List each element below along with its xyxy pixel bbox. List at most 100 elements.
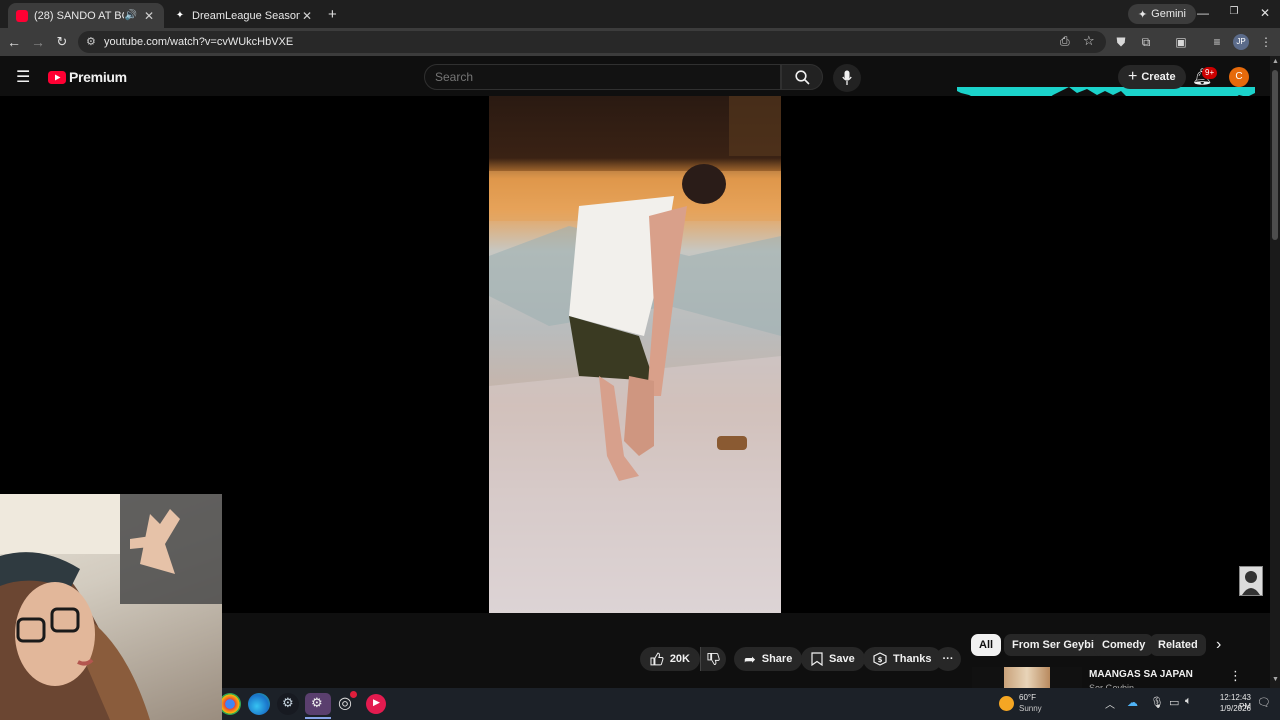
youtube-favicon-icon	[16, 9, 28, 22]
chip-related[interactable]: Related	[1150, 634, 1206, 656]
tab-youtube[interactable]: (28) SANDO AT BOXERS - Y 🔊 ✕	[8, 3, 164, 28]
active-indicator	[305, 717, 331, 719]
like-count: 20K	[669, 653, 690, 665]
search-button[interactable]	[781, 64, 823, 90]
install-app-icon[interactable]: ⎙	[1060, 34, 1070, 49]
active-app-taskbar-icon[interactable]: ⚙	[305, 693, 331, 715]
volume-icon[interactable]: 🔈︎	[1185, 695, 1192, 708]
close-window-button[interactable]: ✕	[1255, 6, 1275, 20]
watermark-portrait-icon	[1242, 571, 1260, 595]
video-scene	[489, 96, 781, 613]
steam-taskbar-icon[interactable]: ⚙	[277, 693, 299, 715]
scroll-down-icon[interactable]: ▼	[1272, 676, 1279, 683]
super-thanks-icon: $	[873, 652, 887, 666]
tab-close-icon[interactable]: ✕	[300, 9, 314, 23]
sparkle-icon: ✦	[1137, 8, 1148, 21]
recommendation-title[interactable]: MAANGAS SA JAPAN	[1089, 669, 1193, 680]
reading-list-icon[interactable]: ≡	[1209, 34, 1225, 50]
search-icon	[795, 70, 810, 85]
create-label: Create	[1141, 71, 1176, 83]
search-box[interactable]	[424, 64, 781, 90]
forward-arrow-icon[interactable]: →	[30, 34, 46, 50]
webcam-overlay	[0, 494, 222, 720]
video-frame[interactable]	[489, 96, 781, 613]
recommendation-thumbnail[interactable]	[972, 667, 1082, 689]
tab-title: DreamLeague Season 28: South	[192, 9, 300, 22]
clock-date[interactable]: 1/9/2026	[1207, 704, 1251, 713]
recording-dot	[350, 691, 357, 698]
hamburger-menu-icon[interactable]: ☰	[16, 67, 30, 87]
voice-search-button[interactable]	[833, 64, 861, 92]
notification-badge: 9+	[1202, 67, 1218, 79]
gemini-label: Gemini	[1151, 8, 1186, 20]
youtube-header: ☰ Premium + Create 🔔︎ 9+ C	[0, 56, 1270, 121]
tab-title: (28) SANDO AT BOXERS - Y	[34, 9, 124, 22]
recommendation-menu-icon[interactable]: ⋮	[1229, 668, 1242, 684]
notification-center-icon[interactable]: 🗨︎	[1257, 696, 1271, 709]
sun-weather-icon[interactable]	[999, 696, 1014, 711]
reload-icon[interactable]: ↻	[54, 34, 70, 50]
weather-temp[interactable]: 60°F	[1019, 693, 1036, 702]
url-text: youtube.com/watch?v=cvWUkcHbVXE	[104, 36, 294, 48]
gemini-button[interactable]: ✦ Gemini	[1127, 4, 1196, 24]
plus-icon: +	[1128, 68, 1138, 85]
bookmark-star-icon[interactable]: ☆	[1083, 33, 1095, 49]
microphone-tray-icon[interactable]: 🎙︎	[1150, 696, 1164, 709]
liquipedia-favicon-icon: ✦	[175, 9, 185, 21]
svg-text:$: $	[878, 656, 883, 664]
tab-dreamleague[interactable]: ✦ DreamLeague Season 28: South ✕	[166, 3, 322, 28]
site-info-icon[interactable]: ⚙	[86, 35, 96, 48]
back-arrow-icon[interactable]: ←	[6, 34, 22, 50]
weather-desc[interactable]: Sunny	[1019, 704, 1042, 713]
bookmark-icon	[811, 652, 823, 666]
browser-tab-strip: (28) SANDO AT BOXERS - Y 🔊 ✕ ✦ DreamLeag…	[0, 0, 1280, 28]
edge-taskbar-icon[interactable]	[248, 693, 270, 715]
dislike-button[interactable]	[700, 647, 726, 671]
scroll-up-icon[interactable]: ▲	[1272, 58, 1279, 65]
restore-button[interactable]: ❐	[1224, 6, 1244, 17]
webcam-feed	[0, 494, 222, 720]
scrollbar-thumb[interactable]	[1272, 70, 1278, 240]
chrome-taskbar-icon[interactable]	[219, 693, 241, 715]
thumbnail-image	[1004, 667, 1050, 689]
save-label: Save	[829, 653, 855, 665]
share-label: Share	[761, 653, 793, 665]
page-scrollbar[interactable]: ▲ ▼	[1270, 56, 1280, 688]
more-actions-button[interactable]: ···	[935, 647, 961, 671]
tab-audio-icon[interactable]: 🔊	[124, 10, 138, 21]
tray-chevron-up-icon[interactable]: ︿	[1105, 696, 1115, 711]
split-view-icon[interactable]: ▣	[1173, 34, 1189, 50]
extensions-puzzle-icon[interactable]: ⧉	[1138, 34, 1154, 50]
like-button[interactable]: 20K	[640, 647, 700, 671]
chip-from-channel[interactable]: From Ser Geybin	[1004, 634, 1109, 656]
new-tab-button[interactable]: +	[328, 6, 337, 23]
profile-avatar[interactable]: JP	[1233, 34, 1249, 50]
logo-text: Premium	[69, 69, 127, 85]
account-avatar[interactable]: C	[1229, 67, 1249, 87]
obs-taskbar-icon[interactable]: ◎	[336, 691, 358, 715]
share-button[interactable]: ➦ Share	[734, 647, 803, 671]
thumbs-down-icon	[707, 652, 720, 666]
browser-toolbar: ← → ↻ ⚙ youtube.com/watch?v=cvWUkcHbVXE …	[0, 28, 1280, 56]
shield-extension-icon[interactable]: ⛊	[1113, 34, 1129, 50]
share-arrow-icon: ➦	[744, 650, 756, 667]
chip-comedy[interactable]: Comedy	[1094, 634, 1154, 656]
thanks-button[interactable]: $ Thanks	[863, 647, 942, 671]
chip-all[interactable]: All	[971, 634, 1002, 656]
thanks-label: Thanks	[893, 653, 932, 665]
create-button[interactable]: + Create	[1118, 65, 1186, 89]
minimize-button[interactable]: —	[1193, 6, 1213, 20]
tab-close-icon[interactable]: ✕	[142, 9, 156, 23]
channel-watermark[interactable]	[1239, 566, 1263, 596]
media-player-taskbar-icon[interactable]: ▶	[366, 694, 386, 714]
youtube-premium-logo[interactable]: Premium	[48, 69, 127, 85]
chevron-right-icon[interactable]: ›	[1216, 636, 1221, 654]
search-input[interactable]	[425, 65, 780, 89]
chrome-menu-icon[interactable]: ⋮	[1258, 34, 1274, 50]
address-bar[interactable]: ⚙ youtube.com/watch?v=cvWUkcHbVXE ⎙ ☆	[78, 31, 1106, 53]
onedrive-cloud-icon[interactable]: ☁	[1127, 696, 1138, 709]
thumbs-up-icon	[650, 652, 664, 666]
network-icon[interactable]: ▭	[1169, 696, 1179, 709]
save-button[interactable]: Save	[801, 647, 865, 671]
youtube-play-logo-icon	[48, 70, 66, 84]
